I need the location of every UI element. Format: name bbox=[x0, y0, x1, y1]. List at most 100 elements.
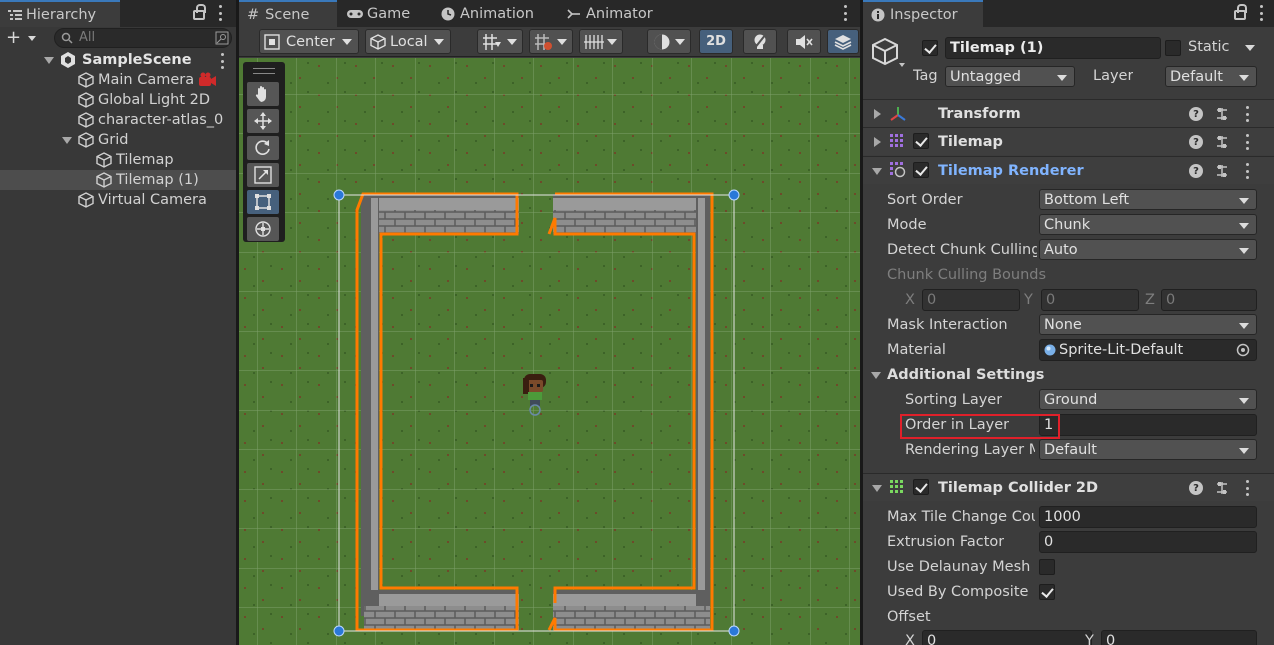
preset-sliders-icon[interactable] bbox=[1215, 135, 1229, 149]
shading-mode-button[interactable] bbox=[647, 29, 691, 54]
rendering-layer-mask-dropdown[interactable]: Default bbox=[1039, 439, 1257, 460]
tab-animator[interactable]: Animator bbox=[559, 0, 653, 27]
delaunay-checkbox[interactable] bbox=[1039, 559, 1055, 575]
increment-snap-button[interactable] bbox=[529, 29, 573, 54]
tilemap-collider-component-header[interactable]: Tilemap Collider 2D ? bbox=[863, 473, 1274, 501]
expand-arrow-icon[interactable] bbox=[872, 485, 882, 492]
material-field[interactable]: Sprite-Lit-Default bbox=[1039, 339, 1257, 361]
detect-culling-dropdown[interactable]: Auto bbox=[1039, 239, 1257, 260]
active-checkbox[interactable] bbox=[922, 40, 938, 56]
static-checkbox[interactable] bbox=[1165, 40, 1181, 56]
gameobject-icon bbox=[78, 72, 94, 88]
hierarchy-item-main-camera[interactable]: Main Camera bbox=[0, 70, 236, 90]
expand-arrow-icon[interactable] bbox=[62, 137, 72, 144]
layer-dropdown[interactable]: Default bbox=[1165, 66, 1257, 87]
audio-toggle-button[interactable] bbox=[787, 29, 821, 54]
space-dropdown[interactable]: Local bbox=[365, 29, 451, 54]
kebab-menu-icon[interactable] bbox=[1259, 5, 1263, 21]
order-in-layer-field[interactable]: 1 bbox=[1039, 414, 1257, 436]
component-kebab-icon[interactable] bbox=[1245, 106, 1249, 122]
tilemap-renderer-component-header[interactable]: Tilemap Renderer ? bbox=[863, 156, 1274, 184]
static-dropdown-arrow[interactable] bbox=[1245, 45, 1255, 51]
preset-sliders-icon[interactable] bbox=[1215, 481, 1229, 495]
hierarchy-item-grid[interactable]: Grid bbox=[0, 130, 236, 150]
pivot-center-icon bbox=[264, 33, 280, 50]
scene-viewport[interactable] bbox=[239, 58, 860, 645]
hierarchy-item-tilemap-1[interactable]: Tilemap (1) bbox=[0, 170, 236, 190]
kebab-menu-icon[interactable] bbox=[218, 5, 222, 21]
collapse-arrow-icon[interactable] bbox=[874, 137, 881, 147]
tab-scene[interactable]: # Scene bbox=[239, 0, 337, 27]
bounds-y-field: 0 bbox=[1041, 289, 1139, 311]
tab-inspector[interactable]: Inspector bbox=[863, 0, 983, 27]
scene-kebab-icon[interactable] bbox=[220, 53, 224, 69]
scale-tool-button[interactable] bbox=[247, 163, 279, 187]
tab-game[interactable]: Game bbox=[339, 0, 410, 27]
palette-grip[interactable] bbox=[253, 68, 275, 74]
rotate-tool-button[interactable] bbox=[247, 136, 279, 160]
handle-bottom-left[interactable] bbox=[333, 625, 345, 637]
tilemap-enabled-checkbox[interactable] bbox=[913, 133, 929, 149]
object-name-field[interactable]: Tilemap (1) bbox=[945, 37, 1161, 59]
expand-arrow-icon[interactable] bbox=[872, 168, 882, 175]
hierarchy-item-virtual-camera[interactable]: Virtual Camera bbox=[0, 190, 236, 210]
offset-y-field[interactable]: 0 bbox=[1101, 630, 1257, 645]
renderer-enabled-checkbox[interactable] bbox=[913, 162, 929, 178]
hierarchy-item-character-atlas[interactable]: character-atlas_0 bbox=[0, 110, 236, 130]
sorting-layer-dropdown[interactable]: Ground bbox=[1039, 389, 1257, 410]
preset-sliders-icon[interactable] bbox=[1215, 107, 1229, 121]
lock-icon[interactable] bbox=[1234, 4, 1247, 20]
help-icon[interactable]: ? bbox=[1189, 164, 1203, 178]
create-button[interactable]: + bbox=[6, 29, 42, 48]
collapse-arrow-icon[interactable] bbox=[874, 109, 881, 119]
sort-order-dropdown[interactable]: Bottom Left bbox=[1039, 189, 1257, 210]
object-picker-icon[interactable] bbox=[1236, 343, 1250, 357]
tag-dropdown[interactable]: Untagged bbox=[945, 66, 1075, 87]
component-kebab-icon[interactable] bbox=[1245, 480, 1249, 496]
mask-interaction-dropdown[interactable]: None bbox=[1039, 314, 1257, 335]
tab-animation[interactable]: Animation bbox=[433, 0, 534, 27]
scene-canvas[interactable] bbox=[239, 58, 860, 645]
2d-mode-button[interactable]: 2D bbox=[699, 29, 733, 54]
mode-dropdown[interactable]: Chunk bbox=[1039, 214, 1257, 235]
tab-hierarchy[interactable]: Hierarchy bbox=[0, 0, 120, 27]
help-icon[interactable]: ? bbox=[1189, 481, 1203, 495]
additional-settings-label[interactable]: Additional Settings bbox=[887, 367, 1044, 383]
used-by-composite-checkbox[interactable] bbox=[1039, 584, 1055, 600]
handle-top-left[interactable] bbox=[333, 189, 345, 201]
extrusion-factor-field[interactable]: 0 bbox=[1039, 531, 1257, 553]
grid-visibility-button[interactable] bbox=[579, 29, 623, 54]
max-tile-change-field[interactable]: 1000 bbox=[1039, 506, 1257, 528]
transform-tool-button[interactable] bbox=[247, 217, 279, 241]
collider-enabled-checkbox[interactable] bbox=[913, 479, 929, 495]
scene-row[interactable]: SampleScene bbox=[0, 50, 236, 70]
hierarchy-item-global-light[interactable]: Global Light 2D bbox=[0, 90, 236, 110]
lock-icon[interactable] bbox=[193, 4, 206, 20]
pivot-dropdown[interactable]: Center bbox=[259, 29, 359, 54]
component-kebab-icon[interactable] bbox=[1245, 134, 1249, 150]
gameobject-large-icon[interactable] bbox=[869, 36, 905, 72]
help-icon[interactable]: ? bbox=[1189, 135, 1203, 149]
transform-component-header[interactable]: Transform ? bbox=[863, 99, 1274, 127]
handle-top-right[interactable] bbox=[728, 189, 740, 201]
hierarchy-item-tilemap[interactable]: Tilemap bbox=[0, 150, 236, 170]
effects-toggle-button[interactable] bbox=[827, 29, 859, 54]
help-icon[interactable]: ? bbox=[1189, 107, 1203, 121]
expand-arrow-icon[interactable] bbox=[44, 57, 54, 64]
offset-x-field[interactable]: 0 bbox=[922, 630, 1092, 645]
additional-settings-arrow-icon[interactable] bbox=[871, 372, 881, 379]
scene-grid bbox=[239, 58, 860, 645]
grid-snap-button[interactable] bbox=[477, 29, 523, 54]
preset-sliders-icon[interactable] bbox=[1215, 164, 1229, 178]
kebab-menu-icon[interactable] bbox=[843, 5, 847, 21]
handle-bottom-right[interactable] bbox=[728, 625, 740, 637]
component-kebab-icon[interactable] bbox=[1245, 163, 1249, 179]
lighting-toggle-button[interactable] bbox=[743, 29, 777, 54]
hand-tool-button[interactable] bbox=[247, 82, 279, 106]
tilemap-component-header[interactable]: Tilemap ? bbox=[863, 127, 1274, 155]
search-field[interactable]: All bbox=[54, 28, 232, 48]
scene-search-icon[interactable] bbox=[215, 31, 229, 45]
hand-icon bbox=[255, 86, 266, 102]
move-tool-button[interactable] bbox=[247, 109, 279, 133]
rect-tool-button[interactable] bbox=[247, 190, 279, 214]
